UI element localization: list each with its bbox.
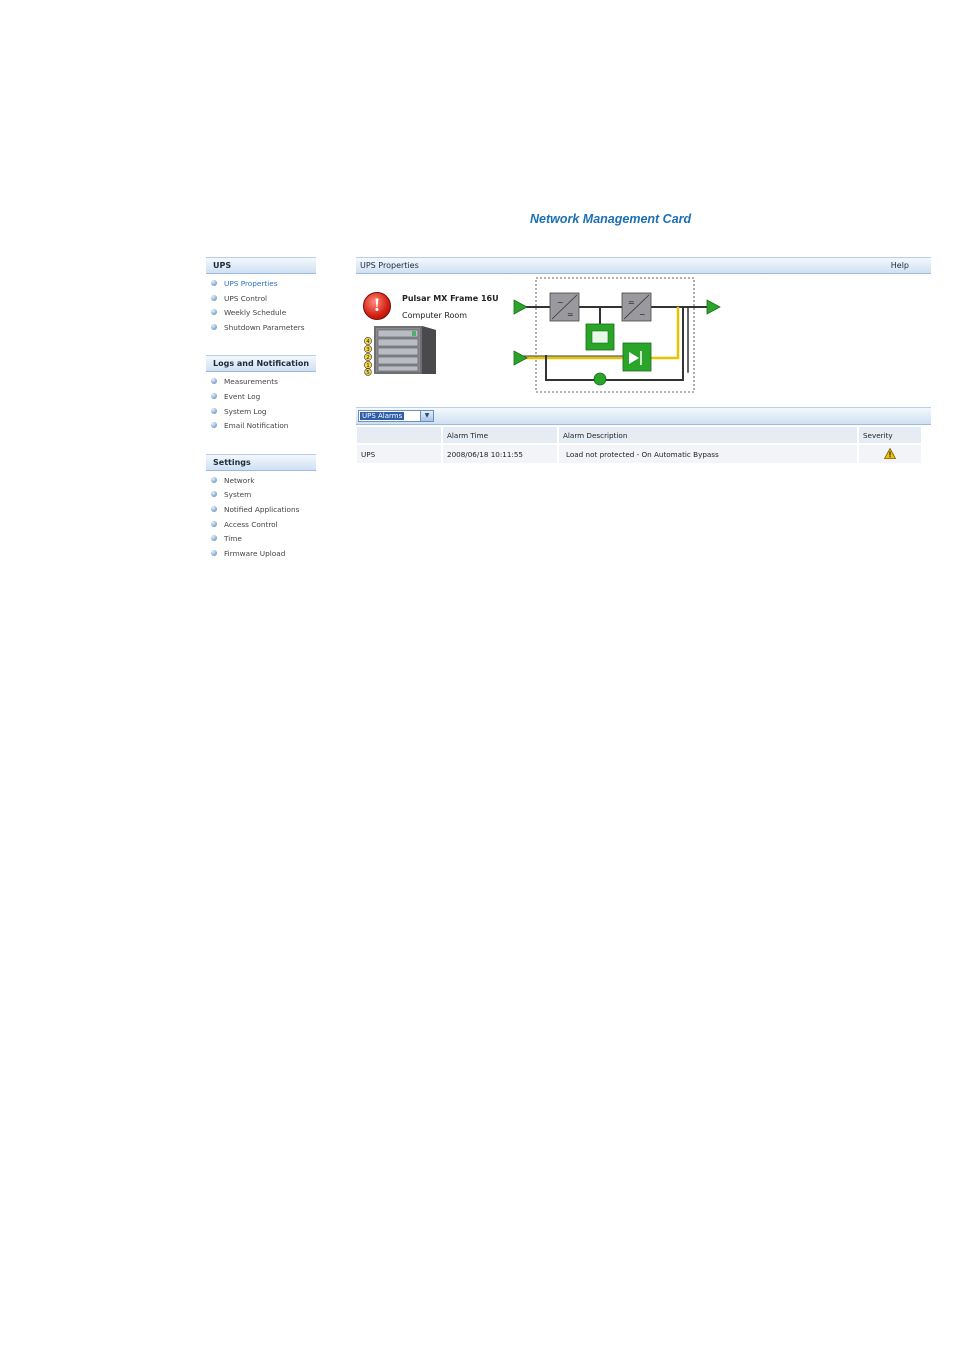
ups-location: Computer Room [402,311,468,320]
alarm-severity [858,443,923,463]
bullet-icon [211,294,217,301]
bullet-icon [211,549,217,556]
bypass-input-arrow-icon [513,350,528,366]
bullet-icon [211,407,217,414]
bullet-icon [211,280,217,286]
warning-triangle-icon [884,447,896,459]
chevron-down-icon[interactable]: ▼ [420,411,433,421]
output-arrow-icon [706,299,721,315]
alarm-type-selected: UPS Alarms [360,412,405,420]
sidebar-item-weekly-schedule[interactable]: Weekly Schedule [206,306,316,321]
rectifier-icon: ~ = [549,292,580,322]
module-number-label: 2 [366,355,370,361]
alarm-source: UPS [357,443,443,463]
app-title: Network Management Card [530,212,692,226]
ups-name: Pulsar MX Frame 16U [402,294,499,303]
bullet-icon [211,392,217,399]
alarm-exclamation-icon: ! [363,292,391,320]
alarm-type-select[interactable]: UPS Alarms ▼ [358,410,434,422]
svg-text:=: = [628,298,635,307]
sidebar-item-measurements[interactable]: Measurements [206,375,316,390]
sidebar-section-ups: UPS [206,257,316,274]
bullet-icon [211,378,217,385]
module-number-label: 4 [366,339,370,345]
alarm-time: 2008/06/18 10:11:55 [442,443,559,463]
panel-header: UPS Properties Help [356,257,931,274]
alarm-description: Load not protected - On Automatic Bypass [558,443,859,463]
ups-cabinet-image: 4 3 2 1 5 [364,326,436,376]
sidebar-item-shutdown-parameters[interactable]: Shutdown Parameters [206,321,316,336]
column-header-alarm-description: Alarm Description [558,427,859,444]
alarm-toolbar: UPS Alarms ▼ [356,407,931,425]
sidebar-item-email-notification[interactable]: Email Notification [206,419,316,434]
panel-title: UPS Properties [360,261,419,270]
svg-text:~: ~ [639,310,646,319]
module-number-label: 3 [366,347,370,353]
sidebar-item-system[interactable]: System [206,488,316,503]
sidebar-item-ups-control[interactable]: UPS Control [206,292,316,307]
inverter-icon: = ~ [621,292,652,322]
sidebar-list-ups: UPS Properties UPS Control Weekly Schedu… [206,274,316,335]
column-header-severity: Severity [858,427,923,444]
sidebar: UPS UPS Properties UPS Control Weekly Sc… [206,257,316,561]
svg-text:=: = [567,310,574,319]
static-switch-icon [622,342,652,372]
help-link[interactable]: Help [891,258,909,274]
sidebar-item-access-control[interactable]: Access Control [206,518,316,533]
sidebar-section-settings: Settings [206,453,316,471]
bullet-icon [211,520,217,527]
bullet-icon [211,323,217,330]
bullet-icon [211,535,217,542]
sidebar-section-logs: Logs and Notification [206,355,316,373]
sidebar-item-time[interactable]: Time [206,532,316,547]
alarm-table-header: Alarm Time Alarm Description Severity [357,427,923,444]
svg-text:~: ~ [557,298,564,307]
input-arrow-icon [513,299,528,315]
sidebar-item-network[interactable]: Network [206,474,316,489]
alarm-table: Alarm Time Alarm Description Severity UP… [357,427,923,463]
column-header-alarm-time: Alarm Time [442,427,559,444]
sidebar-item-system-log[interactable]: System Log [206,405,316,420]
bullet-icon [211,491,217,498]
maintenance-bypass-icon [593,372,607,386]
sidebar-item-firmware-upload[interactable]: Firmware Upload [206,547,316,562]
table-row[interactable]: UPS 2008/06/18 10:11:55 Load not protect… [357,443,923,463]
sidebar-list-logs: Measurements Event Log System Log Email … [206,372,316,433]
module-number-label: 5 [366,370,370,376]
sidebar-item-ups-properties[interactable]: UPS Properties [206,277,316,292]
module-number-label: 1 [366,363,370,369]
sidebar-item-event-log[interactable]: Event Log [206,390,316,405]
bullet-icon [211,309,217,316]
sidebar-list-settings: Network System Notified Applications Acc… [206,471,316,562]
bullet-icon [211,505,217,512]
bullet-icon [211,422,217,429]
bullet-icon [211,476,217,483]
column-header-source [357,427,443,444]
battery-icon [585,323,615,351]
ups-synoptic-diagram: ~ = = ~ [513,277,721,393]
sidebar-item-notified-applications[interactable]: Notified Applications [206,503,316,518]
